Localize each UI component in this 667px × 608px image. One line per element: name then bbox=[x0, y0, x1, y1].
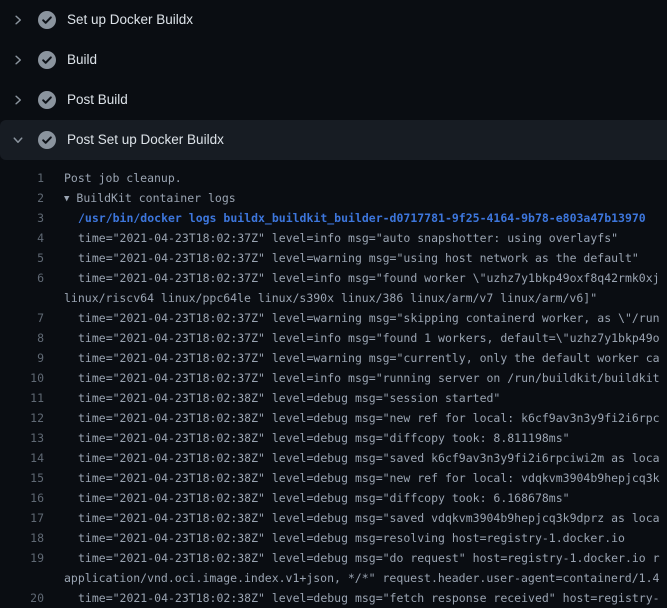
step-row-post-build[interactable]: Post Build bbox=[0, 80, 667, 120]
log-line: 3 /usr/bin/docker logs buildx_buildkit_b… bbox=[0, 208, 667, 228]
log-text: time="2021-04-23T18:02:38Z" level=debug … bbox=[44, 388, 667, 408]
log-text: ▼ BuildKit container logs bbox=[44, 188, 667, 208]
step-label: Set up Docker Buildx bbox=[67, 0, 193, 40]
step-label: Post Set up Docker Buildx bbox=[67, 120, 224, 160]
step-label: Build bbox=[67, 40, 97, 80]
log-text: time="2021-04-23T18:02:37Z" level=info m… bbox=[44, 268, 667, 288]
check-circle-icon bbox=[38, 131, 56, 149]
line-number[interactable]: 15 bbox=[0, 468, 44, 488]
chevron-down-icon bbox=[10, 132, 26, 148]
log-text: time="2021-04-23T18:02:38Z" level=debug … bbox=[44, 588, 667, 608]
log-line: 15 time="2021-04-23T18:02:38Z" level=deb… bbox=[0, 468, 667, 488]
line-number bbox=[0, 568, 44, 588]
line-number[interactable]: 18 bbox=[0, 528, 44, 548]
step-label: Post Build bbox=[67, 80, 128, 120]
steps-list: Set up Docker Buildx Build Post Build Po… bbox=[0, 0, 667, 160]
check-circle-icon bbox=[38, 51, 56, 69]
line-number[interactable]: 13 bbox=[0, 428, 44, 448]
line-number[interactable]: 9 bbox=[0, 348, 44, 368]
log-line-continuation: linux/riscv64 linux/ppc64le linux/s390x … bbox=[0, 288, 667, 308]
log-text: Post job cleanup. bbox=[44, 168, 667, 188]
command-text: /usr/bin/docker logs buildx_buildkit_bui… bbox=[44, 208, 667, 228]
log-text: time="2021-04-23T18:02:37Z" level=warnin… bbox=[44, 348, 667, 368]
log-line: 14 time="2021-04-23T18:02:38Z" level=deb… bbox=[0, 448, 667, 468]
line-number[interactable]: 6 bbox=[0, 268, 44, 288]
line-number[interactable]: 19 bbox=[0, 548, 44, 568]
log-text: time="2021-04-23T18:02:38Z" level=debug … bbox=[44, 548, 667, 568]
log-line: 13 time="2021-04-23T18:02:38Z" level=deb… bbox=[0, 428, 667, 448]
log-text: time="2021-04-23T18:02:38Z" level=debug … bbox=[44, 408, 667, 428]
log-line: 17 time="2021-04-23T18:02:38Z" level=deb… bbox=[0, 508, 667, 528]
line-number[interactable]: 10 bbox=[0, 368, 44, 388]
log-line: 19 time="2021-04-23T18:02:38Z" level=deb… bbox=[0, 548, 667, 568]
line-number bbox=[0, 288, 44, 308]
group-title: BuildKit container logs bbox=[76, 191, 235, 205]
line-number[interactable]: 7 bbox=[0, 308, 44, 328]
log-text: time="2021-04-23T18:02:37Z" level=warnin… bbox=[44, 308, 667, 328]
line-number[interactable]: 12 bbox=[0, 408, 44, 428]
chevron-right-icon bbox=[10, 52, 26, 68]
line-number[interactable]: 1 bbox=[0, 168, 44, 188]
log-text: time="2021-04-23T18:02:37Z" level=info m… bbox=[44, 228, 667, 248]
log-line: 12 time="2021-04-23T18:02:38Z" level=deb… bbox=[0, 408, 667, 428]
log-line: 6 time="2021-04-23T18:02:37Z" level=info… bbox=[0, 268, 667, 288]
log-line-continuation: application/vnd.oci.image.index.v1+json,… bbox=[0, 568, 667, 588]
log-text: time="2021-04-23T18:02:38Z" level=debug … bbox=[44, 528, 667, 548]
log-line: 10 time="2021-04-23T18:02:37Z" level=inf… bbox=[0, 368, 667, 388]
log-text: time="2021-04-23T18:02:38Z" level=debug … bbox=[44, 468, 667, 488]
log-text: linux/riscv64 linux/ppc64le linux/s390x … bbox=[44, 288, 667, 308]
check-circle-icon bbox=[38, 11, 56, 29]
log-viewer: 1 Post job cleanup. 2 ▼ BuildKit containe… bbox=[0, 160, 667, 608]
log-line: 1 Post job cleanup. bbox=[0, 168, 667, 188]
log-line: 9 time="2021-04-23T18:02:37Z" level=warn… bbox=[0, 348, 667, 368]
log-line: 16 time="2021-04-23T18:02:38Z" level=deb… bbox=[0, 488, 667, 508]
log-text: time="2021-04-23T18:02:37Z" level=warnin… bbox=[44, 248, 667, 268]
line-number[interactable]: 14 bbox=[0, 448, 44, 468]
log-text: time="2021-04-23T18:02:38Z" level=debug … bbox=[44, 448, 667, 468]
log-line: 18 time="2021-04-23T18:02:38Z" level=deb… bbox=[0, 528, 667, 548]
chevron-right-icon bbox=[10, 12, 26, 28]
line-number[interactable]: 11 bbox=[0, 388, 44, 408]
log-line: 11 time="2021-04-23T18:02:38Z" level=deb… bbox=[0, 388, 667, 408]
log-text: time="2021-04-23T18:02:38Z" level=debug … bbox=[44, 508, 667, 528]
log-line: 7 time="2021-04-23T18:02:37Z" level=warn… bbox=[0, 308, 667, 328]
line-number[interactable]: 3 bbox=[0, 208, 44, 228]
step-row-post-set-up-docker-buildx[interactable]: Post Set up Docker Buildx bbox=[0, 120, 667, 160]
line-number[interactable]: 20 bbox=[0, 588, 44, 608]
line-number[interactable]: 2 bbox=[0, 188, 44, 208]
line-number[interactable]: 8 bbox=[0, 328, 44, 348]
line-number[interactable]: 16 bbox=[0, 488, 44, 508]
log-text: time="2021-04-23T18:02:37Z" level=info m… bbox=[44, 368, 667, 388]
log-text: time="2021-04-23T18:02:38Z" level=debug … bbox=[44, 428, 667, 448]
line-number[interactable]: 4 bbox=[0, 228, 44, 248]
check-circle-icon bbox=[38, 91, 56, 109]
step-row-set-up-docker-buildx[interactable]: Set up Docker Buildx bbox=[0, 0, 667, 40]
line-number[interactable]: 17 bbox=[0, 508, 44, 528]
log-text: application/vnd.oci.image.index.v1+json,… bbox=[44, 568, 667, 588]
log-line: 5 time="2021-04-23T18:02:37Z" level=warn… bbox=[0, 248, 667, 268]
chevron-right-icon bbox=[10, 92, 26, 108]
log-line: 8 time="2021-04-23T18:02:37Z" level=info… bbox=[0, 328, 667, 348]
log-line: 20 time="2021-04-23T18:02:38Z" level=deb… bbox=[0, 588, 667, 608]
line-number[interactable]: 5 bbox=[0, 248, 44, 268]
log-group-header[interactable]: 2 ▼ BuildKit container logs bbox=[0, 188, 667, 208]
log-line: 4 time="2021-04-23T18:02:37Z" level=info… bbox=[0, 228, 667, 248]
log-text: time="2021-04-23T18:02:37Z" level=info m… bbox=[44, 328, 667, 348]
step-row-build[interactable]: Build bbox=[0, 40, 667, 80]
log-text: time="2021-04-23T18:02:38Z" level=debug … bbox=[44, 488, 667, 508]
triangle-down-icon: ▼ bbox=[64, 189, 69, 208]
